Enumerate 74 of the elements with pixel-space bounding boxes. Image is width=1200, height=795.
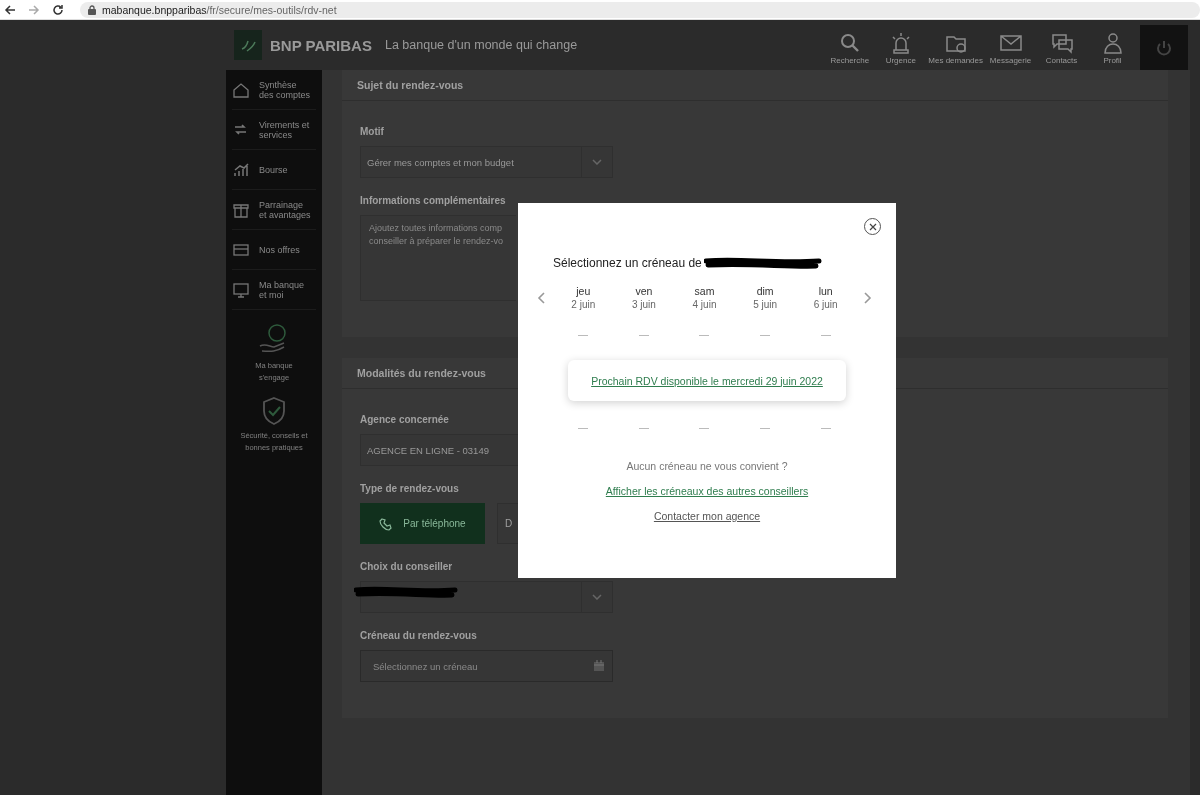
day-name: jeu <box>576 284 591 298</box>
nav-button[interactable]: Urgence <box>875 32 927 65</box>
field-label: Agence concernée <box>360 413 449 427</box>
day-name: sam <box>694 284 715 298</box>
search-icon <box>838 32 861 54</box>
bar-chart-icon <box>232 160 250 179</box>
nav-button[interactable]: Profil <box>1087 32 1138 65</box>
field-label: Informations complémentaires <box>360 194 506 208</box>
empty-slot-mark <box>699 334 710 336</box>
chevron-left-icon[interactable] <box>537 292 545 304</box>
day-name: lun <box>818 284 833 298</box>
screen-icon <box>232 280 250 299</box>
next-slot-link[interactable]: Prochain RDV disponible le mercredi 29 juin 2022 <box>591 374 823 387</box>
logout-button[interactable] <box>1140 25 1188 70</box>
siren-icon <box>889 32 912 54</box>
empty-slot-mark <box>578 427 589 429</box>
power-icon <box>1155 38 1173 57</box>
mail-icon <box>999 32 1022 54</box>
sidebar-item[interactable]: Synthèse des comptes <box>232 70 316 110</box>
link[interactable]: Contacter mon agence <box>653 510 761 522</box>
chat-icon <box>1050 32 1073 54</box>
shield-check-icon <box>261 396 287 426</box>
chevron-down-icon <box>592 594 602 600</box>
nav-button[interactable]: Mes demandes <box>926 32 985 65</box>
sidebar-item[interactable]: Virements et services <box>232 110 316 150</box>
field-label: Motif <box>360 125 384 139</box>
sidebar-item[interactable]: Bourse <box>232 150 316 190</box>
empty-slot-mark <box>699 427 710 429</box>
empty-slot-mark <box>638 427 649 429</box>
nav-button[interactable]: Messagerie <box>985 32 1036 65</box>
day-date: 6 juin <box>813 298 838 312</box>
field-label: Créneau du rendez-vous <box>360 629 477 643</box>
sidebar-item[interactable]: Parrainage et avantages <box>232 190 316 230</box>
dialog-title: Sélectionnez un créneau de <box>553 256 702 270</box>
empty-slot-mark <box>820 334 831 336</box>
chevron-down-icon <box>592 159 602 165</box>
question-text: Aucun créneau ne vous convient ? <box>626 460 788 472</box>
close-button[interactable] <box>864 218 881 235</box>
field-label: Type de rendez-vous <box>360 482 459 496</box>
calendar-icon <box>593 660 605 672</box>
section-title: Sujet du rendez-vous <box>342 70 1168 101</box>
empty-slot-mark <box>760 427 771 429</box>
tagline: La banque d'un monde qui change <box>384 38 578 52</box>
empty-slot-mark <box>760 334 771 336</box>
empty-slot-mark <box>820 427 831 429</box>
person-icon <box>1101 32 1124 54</box>
empty-slot-mark <box>638 334 649 336</box>
day-date: 4 juin <box>692 298 717 312</box>
day-name: ven <box>635 284 653 298</box>
field-label: Choix du conseiller <box>360 560 453 574</box>
day-name: dim <box>756 284 774 298</box>
day-date: 3 juin <box>631 298 656 312</box>
close-icon <box>868 222 877 231</box>
nav-button[interactable]: Recherche <box>824 32 876 65</box>
dropdown[interactable]: Gérer mes comptes et mon budget <box>360 146 613 178</box>
day-date: 5 juin <box>753 298 778 312</box>
sidebar-item[interactable]: Ma banque et moi <box>232 270 316 310</box>
type-button[interactable]: Par téléphone <box>360 503 485 544</box>
sidebar-item[interactable]: Nos offres <box>232 230 316 270</box>
address-bar[interactable]: mabanque.bnpparibas/fr/secure/mes-outils/rdv-net <box>80 1 1200 18</box>
phone-icon <box>379 516 394 531</box>
back-icon[interactable] <box>4 3 16 16</box>
text-area[interactable]: Ajoutez toutes informations comp conseiller à préparer le rendez-vo <box>360 215 516 301</box>
forward-icon[interactable] <box>28 3 40 16</box>
nav-button[interactable]: Contacts <box>1036 32 1087 65</box>
day-date: 2 juin <box>571 298 596 312</box>
empty-slot-mark <box>578 334 589 336</box>
url-text: mabanque.bnpparibas/fr/secure/mes-outils/rdv-net <box>102 3 337 16</box>
brand-name: BNP PARIBAS <box>270 36 372 54</box>
link[interactable]: Afficher les créneaux des autres conseillers <box>605 485 809 497</box>
date-field[interactable]: Sélectionnez un créneau <box>360 650 613 682</box>
chevron-right-icon[interactable] <box>864 292 872 304</box>
lock-icon <box>88 4 96 15</box>
reload-icon[interactable] <box>52 3 64 16</box>
